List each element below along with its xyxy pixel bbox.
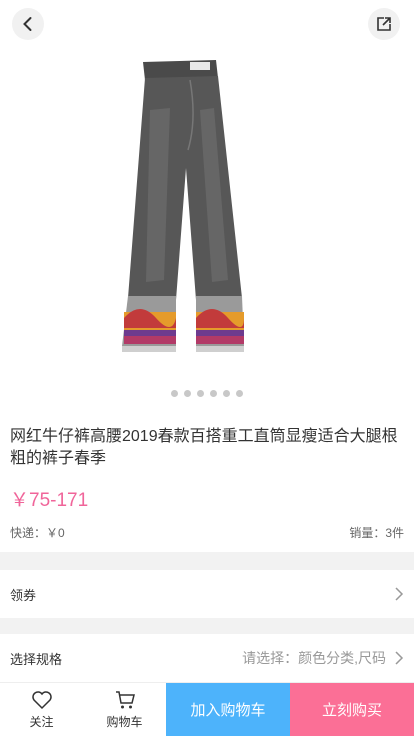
gallery-dot[interactable] — [210, 390, 217, 397]
share-button[interactable] — [368, 8, 400, 40]
sales-count: 销量：3件 — [349, 526, 404, 540]
spec-row[interactable]: 选择规格 请选择：颜色分类,尺码 — [0, 634, 414, 682]
gallery-dot[interactable] — [197, 390, 204, 397]
product-gallery[interactable] — [0, 0, 414, 400]
gallery-dot[interactable] — [171, 390, 178, 397]
heart-icon — [31, 690, 52, 709]
cart-icon — [115, 690, 135, 708]
product-meta: 快递：￥0 销量：3件 — [10, 524, 404, 541]
chevron-left-icon — [23, 17, 32, 31]
product-price: ￥75-171 — [10, 490, 89, 511]
back-button[interactable] — [12, 8, 44, 40]
cart-label: 购物车 — [106, 714, 143, 729]
coupon-row[interactable]: 领券 — [0, 570, 414, 618]
favorite-button[interactable]: 关注 — [0, 683, 83, 736]
gallery-indicator — [0, 390, 414, 397]
section-divider — [0, 552, 414, 570]
external-link-icon — [377, 17, 391, 31]
add-to-cart-button[interactable]: 加入购物车 — [166, 683, 290, 736]
gallery-dot[interactable] — [184, 390, 191, 397]
favorite-label: 关注 — [29, 714, 54, 729]
section-divider — [0, 618, 414, 634]
chevron-right-icon — [395, 587, 404, 601]
spec-label: 选择规格 — [10, 651, 63, 667]
gallery-dot[interactable] — [236, 390, 243, 397]
bottom-action-bar: 关注 购物车 加入购物车 立刻购买 — [0, 682, 414, 736]
product-image — [122, 60, 244, 352]
coupon-label: 领券 — [10, 587, 37, 603]
spec-hint: 请选择：颜色分类,尺码 — [242, 650, 386, 666]
product-title: 网红牛仔裤高腰2019春款百搭重工直筒显瘦适合大腿根粗的裤子春季 — [10, 428, 398, 467]
buy-now-button[interactable]: 立刻购买 — [290, 683, 414, 736]
cart-tab-button[interactable]: 购物车 — [83, 683, 166, 736]
chevron-right-icon — [395, 651, 404, 665]
shipping-fee: 快递：￥0 — [10, 526, 65, 540]
gallery-dot[interactable] — [223, 390, 230, 397]
